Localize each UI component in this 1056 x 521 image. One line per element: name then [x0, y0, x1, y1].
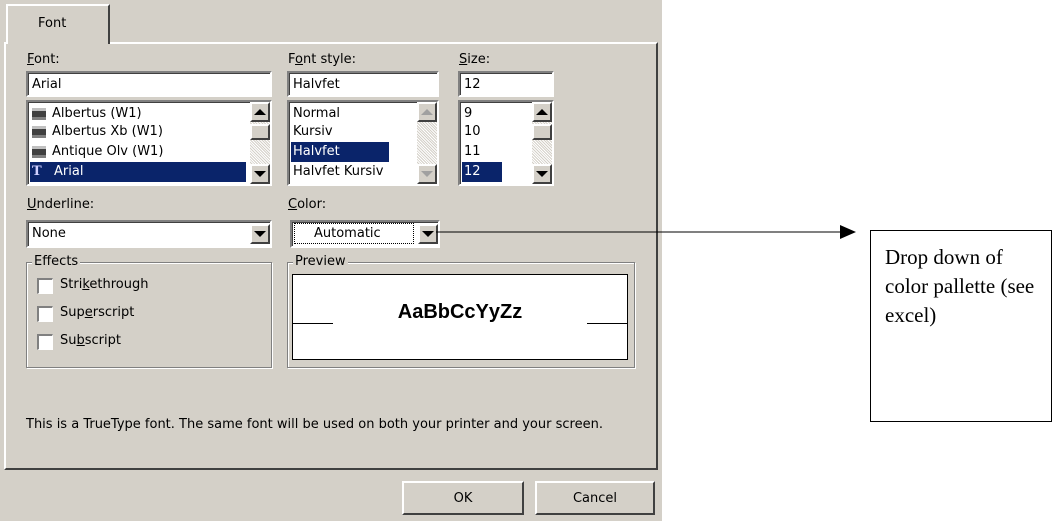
- scroll-up-icon: [536, 109, 548, 115]
- ok-label: OK: [453, 490, 473, 506]
- subscript-label[interactable]: Subscript: [60, 333, 121, 348]
- list-item-selected[interactable]: 12: [462, 162, 502, 182]
- dropdown-arrow-icon: [422, 231, 434, 237]
- color-dropdown-button[interactable]: [418, 224, 438, 244]
- scroll-down-button[interactable]: [417, 164, 437, 184]
- scroll-up-button[interactable]: [532, 102, 552, 122]
- color-label: Color:: [288, 197, 327, 212]
- list-item-label: 11: [464, 144, 481, 159]
- font-style-input[interactable]: Halvfet: [287, 71, 439, 97]
- cancel-label: Cancel: [572, 490, 618, 506]
- superscript-checkbox[interactable]: [37, 306, 53, 322]
- underline-dropdown-button[interactable]: [250, 224, 270, 244]
- list-item[interactable]: Albertus (W1): [30, 104, 246, 124]
- underline-value: None: [32, 226, 66, 241]
- tab-font-label: Font: [38, 16, 67, 31]
- list-item[interactable]: Halvfet Kursiv: [291, 162, 383, 182]
- preview-box: AaBbCcYyZz: [292, 274, 628, 360]
- font-list-scrollbar[interactable]: [250, 102, 270, 184]
- list-item-label: Kursiv: [293, 124, 333, 139]
- scroll-up-button[interactable]: [417, 102, 437, 122]
- info-text: This is a TrueType font. The same font w…: [26, 417, 603, 432]
- ok-button[interactable]: OK: [402, 481, 524, 515]
- color-value: Automatic: [314, 226, 381, 241]
- font-style-label: Font style:: [288, 52, 357, 67]
- font-label: Font:: [27, 52, 60, 67]
- truetype-icon: T: [32, 164, 42, 179]
- strikethrough-label[interactable]: Strikethrough: [60, 277, 148, 292]
- list-item-label: 10: [464, 124, 481, 139]
- size-list-scrollbar[interactable]: [532, 102, 552, 184]
- dropdown-arrow-icon: [254, 231, 266, 237]
- printer-font-icon: [32, 107, 46, 120]
- list-item-label: Arial: [54, 164, 84, 179]
- font-name-list[interactable]: Albertus (W1) Albertus Xb (W1) Antique O…: [26, 100, 272, 186]
- scroll-down-button[interactable]: [250, 164, 270, 184]
- style-list-scrollbar[interactable]: [417, 102, 437, 184]
- annotation-arrow: [436, 225, 856, 239]
- list-item[interactable]: 10: [462, 122, 481, 142]
- list-item[interactable]: Antique Olv (W1): [30, 142, 246, 162]
- underline-label: Underline:: [27, 197, 95, 212]
- annotation-callout: Drop down of color pallette (see excel): [870, 230, 1052, 422]
- superscript-label[interactable]: Superscript: [60, 305, 134, 320]
- font-style-list[interactable]: Normal Kursiv Halvfet Halvfet Kursiv: [287, 100, 439, 186]
- font-dialog: Font Font: Arial Albertus (W1) Albertus …: [0, 0, 662, 521]
- size-label: Size:: [459, 52, 491, 67]
- preview-title: Preview: [293, 254, 348, 269]
- strikethrough-checkbox[interactable]: [37, 278, 53, 294]
- list-item-label: Albertus (W1): [52, 106, 142, 121]
- scroll-up-icon: [421, 109, 433, 115]
- scroll-up-icon: [254, 109, 266, 115]
- underline-select[interactable]: None: [26, 220, 272, 248]
- effects-title: Effects: [32, 254, 81, 269]
- list-item-selected[interactable]: T Arial: [30, 162, 246, 182]
- list-item[interactable]: Albertus Xb (W1): [30, 122, 246, 142]
- list-item-label: 9: [464, 106, 473, 121]
- list-item-label: Antique Olv (W1): [52, 144, 164, 159]
- font-name-value: Arial: [32, 77, 62, 92]
- scroll-up-button[interactable]: [250, 102, 270, 122]
- subscript-checkbox[interactable]: [37, 334, 53, 350]
- scroll-thumb[interactable]: [250, 124, 270, 140]
- list-item[interactable]: Normal: [291, 104, 340, 124]
- size-value: 12: [464, 77, 481, 92]
- size-list[interactable]: 9 10 11 12: [458, 100, 554, 186]
- printer-font-icon: [32, 145, 46, 158]
- printer-font-icon: [32, 125, 46, 138]
- list-item[interactable]: Kursiv: [291, 122, 333, 142]
- size-input[interactable]: 12: [458, 71, 554, 97]
- arrow-right-icon: [840, 225, 856, 239]
- list-item[interactable]: 9: [462, 104, 472, 124]
- list-item-label: Normal: [293, 106, 341, 121]
- font-style-value: Halvfet: [293, 77, 340, 92]
- annotation-text: Drop down of color pallette (see excel): [885, 245, 1035, 327]
- tab-font[interactable]: Font: [6, 4, 110, 44]
- scroll-thumb[interactable]: [532, 124, 552, 140]
- preview-sample: AaBbCcYyZz: [397, 301, 523, 323]
- list-item-label: Halvfet Kursiv: [293, 164, 384, 179]
- list-item-label: Halvfet: [293, 144, 340, 159]
- list-item-selected[interactable]: Halvfet: [291, 142, 389, 162]
- list-item-label: Albertus Xb (W1): [52, 124, 163, 139]
- color-select[interactable]: Automatic: [290, 220, 440, 248]
- list-item[interactable]: 11: [462, 142, 481, 162]
- scroll-down-icon: [254, 171, 266, 177]
- cancel-button[interactable]: Cancel: [535, 481, 655, 515]
- scroll-down-icon: [536, 171, 548, 177]
- list-item-label: 12: [464, 164, 481, 179]
- scroll-down-icon: [421, 171, 433, 177]
- font-name-input[interactable]: Arial: [26, 71, 272, 97]
- scroll-down-button[interactable]: [532, 164, 552, 184]
